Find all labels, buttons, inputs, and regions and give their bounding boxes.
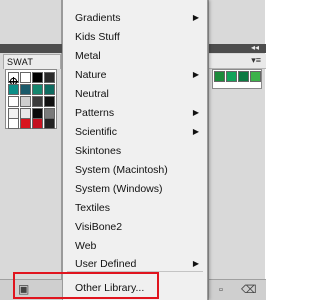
menu-item-label: Scientific <box>75 126 118 138</box>
panel-footer: ▣ <box>0 279 62 300</box>
adjacent-panel: ◂◂ ▾≡ ▫ ⌫ <box>208 0 266 300</box>
menu-item-skintones[interactable]: Skintones <box>63 141 207 161</box>
new-swatch-icon[interactable]: ▫ <box>219 284 223 296</box>
swatch[interactable] <box>8 118 19 129</box>
panel-header-bar <box>0 44 62 53</box>
panel-footer: ▫ ⌫ <box>209 279 266 300</box>
menu-item-label: Neutral <box>75 88 109 100</box>
submenu-arrow-icon: ▶ <box>192 70 199 79</box>
submenu-arrow-icon: ▶ <box>192 108 199 117</box>
swatch-registration[interactable] <box>8 72 19 86</box>
menu-item-system-macintosh[interactable]: System (Macintosh) <box>63 160 207 180</box>
menu-item-label: Kids Stuff <box>75 31 120 43</box>
menu-item-label: Skintones <box>75 145 122 157</box>
swatches-panel: SWAT ▣ <box>0 0 62 300</box>
swatch[interactable] <box>250 71 261 82</box>
swatches-tab[interactable]: SWAT <box>3 54 61 69</box>
swatch-strip <box>212 69 262 89</box>
swatch[interactable] <box>20 84 31 95</box>
menu-separator <box>67 271 203 272</box>
menu-item-label: User Defined <box>75 258 137 270</box>
swatch-library-menu: Gradients ▶ Kids Stuff Metal Nature ▶ Ne… <box>62 0 208 300</box>
menu-item-label: Other Library... <box>75 282 145 294</box>
menu-item-web[interactable]: Web <box>63 236 207 256</box>
swatch[interactable] <box>214 71 225 82</box>
menu-item-label: Nature <box>75 69 107 81</box>
collapse-icon[interactable]: ◂◂ <box>251 43 259 53</box>
swatch[interactable] <box>226 71 237 82</box>
menu-item-label: Textiles <box>75 202 111 214</box>
menu-item-neutral[interactable]: Neutral <box>63 84 207 104</box>
menu-item-metal[interactable]: Metal <box>63 46 207 66</box>
menu-item-other-library[interactable]: Other Library... <box>63 278 207 298</box>
swatch[interactable] <box>20 96 31 107</box>
menu-item-kids-stuff[interactable]: Kids Stuff <box>63 27 207 47</box>
menu-item-label: VisiBone2 <box>75 221 123 233</box>
swatch[interactable] <box>32 118 43 129</box>
menu-item-scientific[interactable]: Scientific ▶ <box>63 122 207 142</box>
menu-item-visibone2[interactable]: VisiBone2 <box>63 217 207 237</box>
swatch[interactable] <box>32 96 43 107</box>
submenu-arrow-icon: ▶ <box>192 13 199 22</box>
submenu-arrow-icon: ▶ <box>192 127 199 136</box>
swatch-libraries-menu-icon[interactable]: ▣ <box>18 282 29 296</box>
menu-item-label: Metal <box>75 50 101 62</box>
swatch[interactable] <box>32 84 43 95</box>
menu-item-textiles[interactable]: Textiles <box>63 198 207 218</box>
menu-item-label: Patterns <box>75 107 115 119</box>
swatch[interactable] <box>44 72 55 83</box>
swatch-grid <box>5 69 57 129</box>
menu-item-label: Gradients <box>75 12 121 24</box>
swatch[interactable] <box>44 84 55 95</box>
swatch[interactable] <box>44 96 55 107</box>
menu-item-label: Web <box>75 240 97 252</box>
menu-item-nature[interactable]: Nature ▶ <box>63 65 207 85</box>
menu-item-patterns[interactable]: Patterns ▶ <box>63 103 207 123</box>
swatch[interactable] <box>20 118 31 129</box>
menu-item-label: System (Macintosh) <box>75 164 168 176</box>
swatch[interactable] <box>238 71 249 82</box>
delete-swatch-icon[interactable]: ⌫ <box>241 283 257 296</box>
menu-item-gradients[interactable]: Gradients ▶ <box>63 8 207 28</box>
swatch[interactable] <box>20 72 31 83</box>
swatch[interactable] <box>8 96 19 107</box>
menu-item-system-windows[interactable]: System (Windows) <box>63 179 207 199</box>
swatch[interactable] <box>8 84 19 95</box>
menu-item-label: System (Windows) <box>75 183 163 195</box>
panel-menu-icon[interactable]: ▾≡ <box>251 55 261 66</box>
swatch[interactable] <box>44 118 55 129</box>
swatch[interactable] <box>32 72 43 83</box>
